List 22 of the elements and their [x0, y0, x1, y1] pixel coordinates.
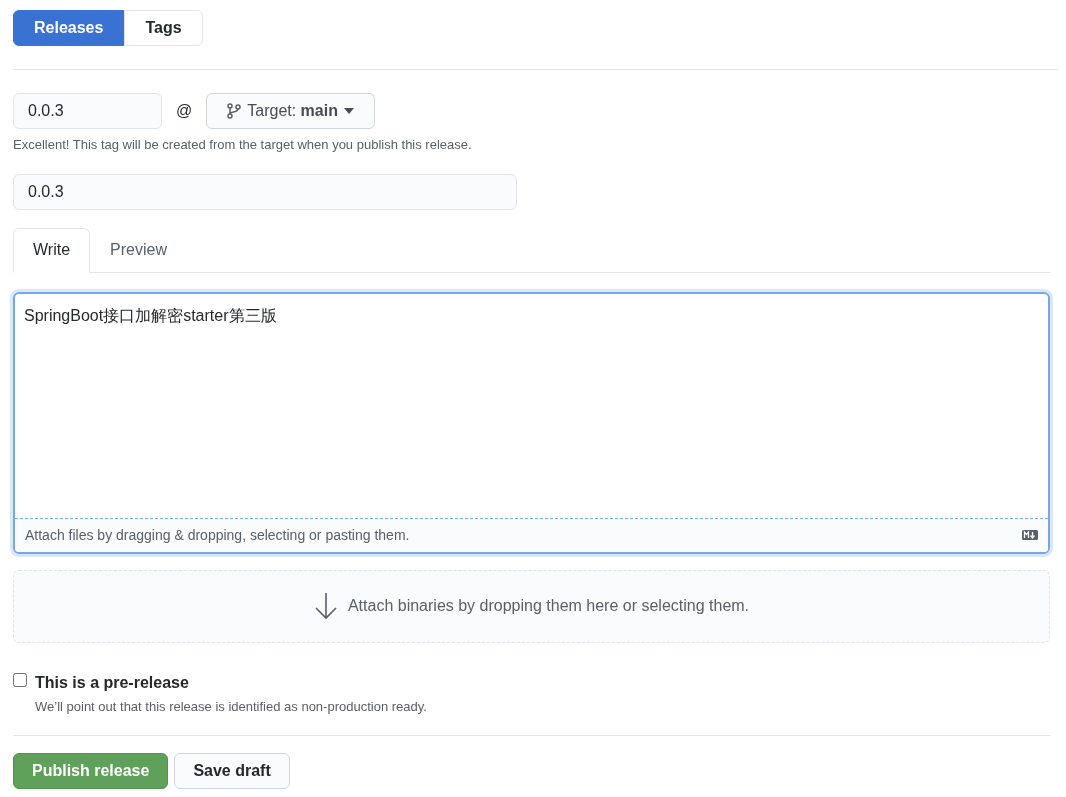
prerelease-checkbox[interactable]: [13, 672, 27, 687]
target-button[interactable]: Target: main: [206, 93, 375, 129]
tag-field[interactable]: 0.0.3: [13, 93, 162, 129]
title-field[interactable]: 0.0.3: [13, 173, 517, 210]
editor-tab[interactable]: Preview: [90, 227, 187, 273]
caret-icon: [343, 108, 354, 114]
markdown-icon: [1022, 530, 1038, 540]
prerelease-description: We’ll point out that this release is identified as non-production ready.: [35, 697, 427, 716]
binaries-drop-text: Attach binaries by dropping them here or selecting them.: [347, 596, 750, 616]
attach-files-hint: Attach files by dragging & dropping, selecting or pasting them.: [25, 525, 410, 545]
nav-tab[interactable]: Releases: [13, 10, 125, 46]
binaries-drop-zone[interactable]: Attach binaries by dropping them here or selecting them.: [13, 569, 1050, 643]
at-sign: @: [176, 101, 193, 121]
save-draft-button[interactable]: Save draft: [174, 753, 290, 789]
editor-tab[interactable]: Write: [13, 227, 91, 273]
tag-hint: Excellent! This tag will be created from the target when you publish this release.: [13, 136, 473, 154]
down-arrow-icon: [313, 592, 338, 620]
body-editor[interactable]: SpringBoot接口加解密starter第三版 Attach files by dragging & dropping, selecting or pasting them.: [13, 291, 1050, 554]
branch-icon: [227, 103, 242, 119]
nav-tab[interactable]: Tags: [124, 10, 203, 46]
prerelease-label: This is a pre-release: [35, 672, 190, 693]
attach-files-bar[interactable]: Attach files by dragging & dropping, selecting or pasting them.: [15, 517, 1048, 552]
